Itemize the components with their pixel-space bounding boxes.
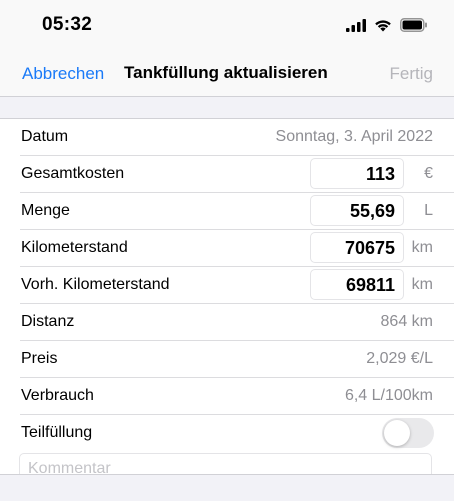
toggle-knob <box>384 420 410 446</box>
battery-icon <box>400 18 427 32</box>
partial-fill-label: Teilfüllung <box>21 424 93 441</box>
date-row[interactable]: Datum Sonntag, 3. April 2022 <box>20 119 454 156</box>
done-button[interactable]: Fertig <box>390 64 433 84</box>
consumption-row: Verbrauch 6,4 L/100km <box>20 378 454 415</box>
wifi-icon <box>375 19 391 31</box>
partial-fill-row: Teilfüllung <box>20 415 454 451</box>
odometer-value: 70675 <box>344 238 395 258</box>
quantity-row: Menge 55,69 L <box>20 193 454 230</box>
distance-row: Distanz 864 km <box>20 304 454 341</box>
previous-odometer-value: 69811 <box>345 275 395 295</box>
fillup-form: Datum Sonntag, 3. April 2022 Gesamtkoste… <box>0 118 454 487</box>
signal-icon <box>346 18 366 32</box>
previous-odometer-input[interactable]: 69811 <box>310 269 404 300</box>
status-time: 05:32 <box>42 14 93 35</box>
status-icons <box>346 16 428 34</box>
previous-odometer-row: Vorh. Kilometerstand 69811 km <box>20 267 454 304</box>
navigation-bar: Abbrechen Tankfüllung aktualisieren Fert… <box>0 50 454 97</box>
date-label: Datum <box>21 128 69 145</box>
consumption-label: Verbrauch <box>21 387 94 404</box>
quantity-unit: L <box>424 202 433 219</box>
price-label: Preis <box>21 350 58 367</box>
odometer-row: Kilometerstand 70675 km <box>20 230 454 267</box>
distance-label: Distanz <box>21 313 75 330</box>
total-cost-label: Gesamtkosten <box>21 165 125 182</box>
total-cost-value: 113 <box>365 164 395 184</box>
total-cost-unit: € <box>424 165 433 182</box>
partial-fill-toggle[interactable] <box>382 418 434 448</box>
previous-odometer-label: Vorh. Kilometerstand <box>21 276 170 293</box>
odometer-unit: km <box>411 239 433 256</box>
price-row: Preis 2,029 €/L <box>20 341 454 378</box>
price-value: 2,029 €/L <box>366 350 433 367</box>
quantity-label: Menge <box>21 202 70 219</box>
quantity-value: 55,69 <box>349 201 395 221</box>
total-cost-row: Gesamtkosten 113 € <box>20 156 454 193</box>
odometer-label: Kilometerstand <box>21 239 128 256</box>
cancel-button[interactable]: Abbrechen <box>22 64 104 84</box>
bottom-background <box>0 474 454 501</box>
odometer-input[interactable]: 70675 <box>310 232 404 263</box>
consumption-value: 6,4 L/100km <box>344 387 433 404</box>
previous-odometer-unit: km <box>411 276 433 293</box>
distance-value: 864 km <box>380 313 433 330</box>
quantity-input[interactable]: 55,69 <box>310 195 404 226</box>
page-title: Tankfüllung aktualisieren <box>124 63 328 82</box>
total-cost-input[interactable]: 113 <box>310 158 404 189</box>
date-value[interactable]: Sonntag, 3. April 2022 <box>276 128 433 146</box>
status-bar: 05:32 <box>0 0 454 50</box>
